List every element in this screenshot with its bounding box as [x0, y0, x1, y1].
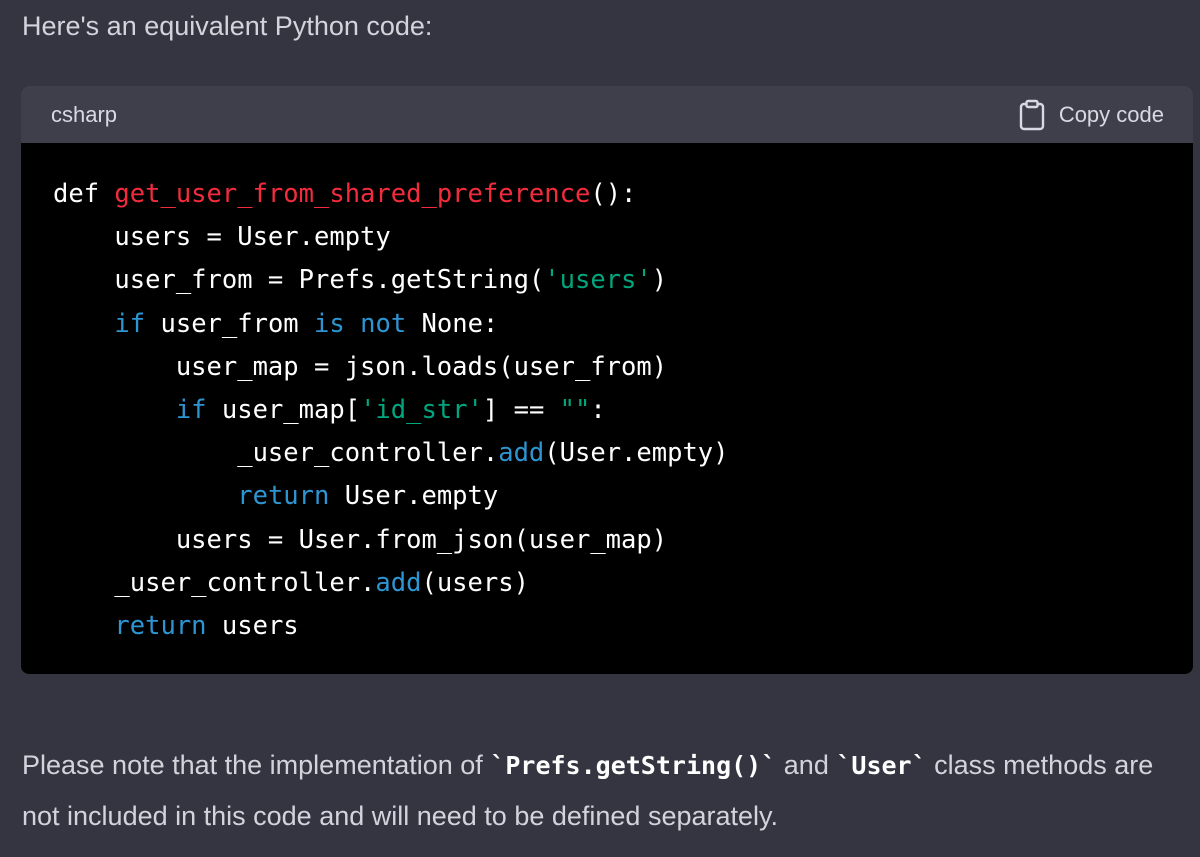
code-token: ): [651, 265, 668, 296]
code-token: _user_controller.: [53, 567, 376, 598]
copy-code-label: Copy code: [1058, 102, 1164, 127]
code-line: if user_from is not None:: [53, 303, 1193, 346]
intro-text: Here's an equivalent Python code:: [22, 11, 433, 41]
code-token: not: [360, 308, 407, 339]
code-token: if: [175, 394, 207, 425]
code-token: (users): [421, 567, 529, 598]
code-token: ] ==: [482, 394, 560, 425]
note-text-1: Please note that the implementation of: [22, 750, 491, 780]
code-line: return users: [53, 605, 1193, 648]
note-paragraph: Please note that the implementation of `…: [22, 740, 1172, 841]
code-token: 'users': [544, 265, 652, 296]
code-token: None:: [406, 308, 499, 339]
clipboard-icon: [1019, 99, 1045, 131]
code-token: add: [375, 567, 422, 598]
code-token: get_user_from_shared_preference: [114, 179, 591, 209]
code-token: :: [590, 394, 606, 425]
inline-code-prefs-getstring: `Prefs.getString()`: [490, 751, 777, 780]
code-token: user_map[: [206, 394, 361, 425]
code-token: is: [314, 308, 345, 339]
code-token: return: [237, 481, 330, 512]
code-token: users = User.empty: [53, 222, 391, 253]
code-token: _user_controller.: [53, 438, 499, 469]
code-token: user_map = json.loads(user_from): [53, 351, 668, 382]
code-content: def get_user_from_shared_preference(): u…: [21, 143, 1193, 648]
code-language-label: csharp: [51, 102, 118, 127]
code-token: 'id_str': [360, 394, 483, 425]
code-token: user_from: [145, 308, 315, 339]
code-token: add: [498, 438, 545, 469]
code-token: User.empty: [329, 481, 499, 512]
code-token: user_from = Prefs.getString(: [53, 265, 545, 296]
code-line: users = User.empty: [53, 216, 1193, 259]
code-block-header: csharp Copy code: [21, 86, 1193, 143]
code-line: def get_user_from_shared_preference():: [53, 173, 1193, 216]
inline-code-user: `User`: [836, 751, 927, 780]
code-token: def: [53, 179, 115, 209]
code-token: (User.empty): [544, 438, 729, 469]
code-line: _user_controller.add(User.empty): [53, 432, 1193, 475]
code-line: if user_map['id_str'] == "":: [53, 389, 1193, 432]
code-block: csharp Copy code def get_user_from_share…: [21, 86, 1193, 674]
code-token: return: [114, 610, 207, 641]
code-token: users: [206, 610, 299, 641]
code-line: user_from = Prefs.getString('users'): [53, 259, 1193, 302]
code-line: _user_controller.add(users): [53, 562, 1193, 605]
code-line: user_map = json.loads(user_from): [53, 346, 1193, 389]
code-token: users = User.from_json(user_map): [53, 524, 668, 555]
code-line: users = User.from_json(user_map): [53, 519, 1193, 562]
code-token: ():: [590, 179, 637, 209]
code-line: return User.empty: [53, 475, 1193, 518]
copy-code-button[interactable]: Copy code: [1019, 99, 1164, 131]
code-token: "": [559, 394, 591, 425]
code-token: if: [114, 308, 146, 339]
note-text-2: and: [776, 750, 837, 780]
